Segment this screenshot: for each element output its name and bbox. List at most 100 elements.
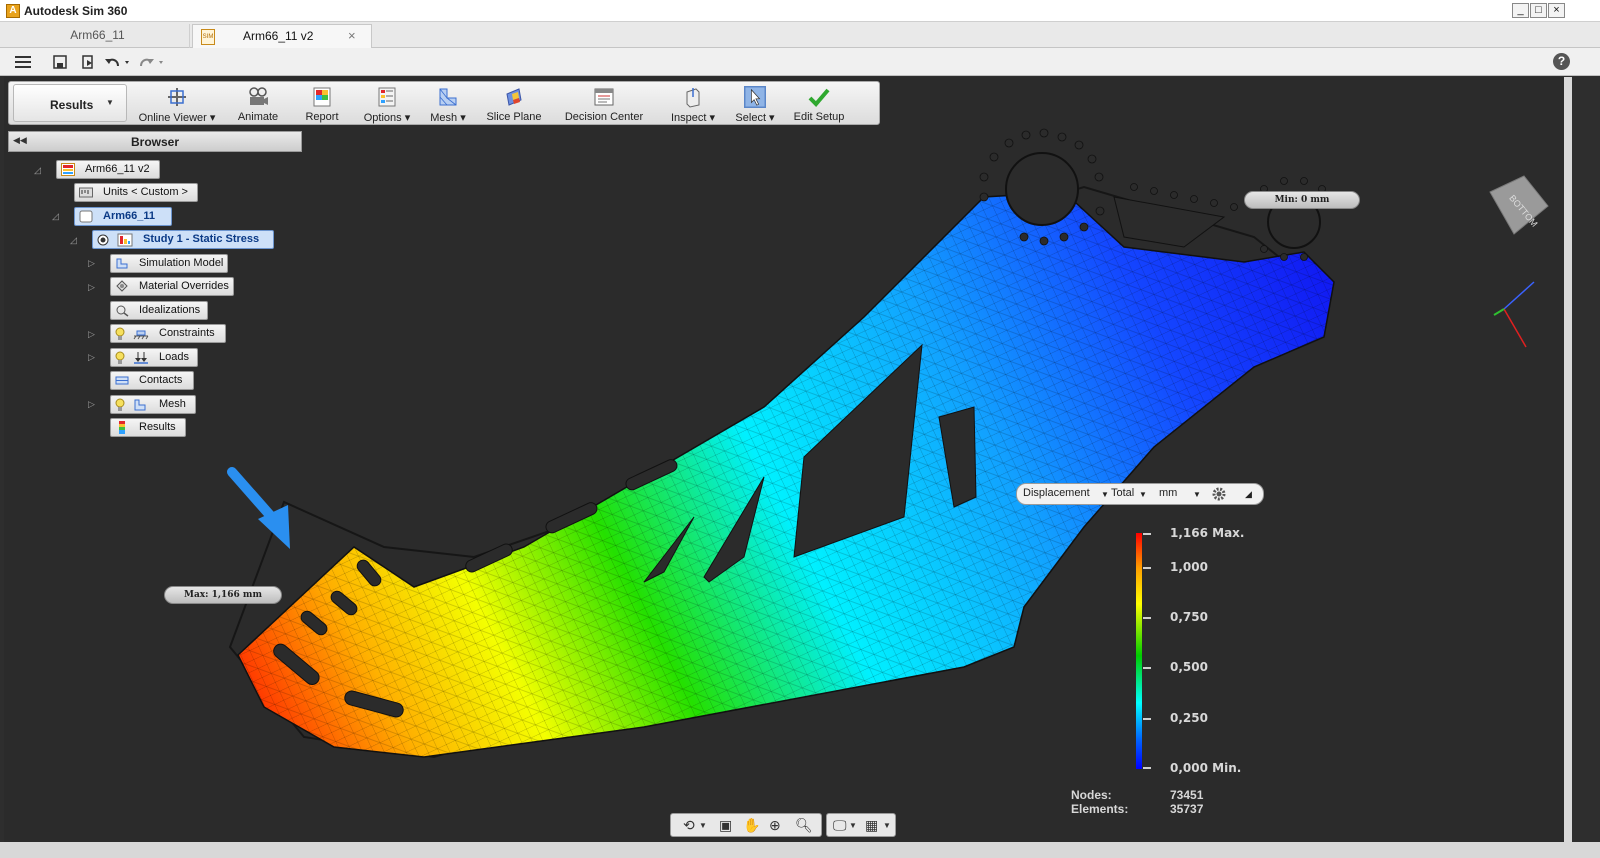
maximize-button[interactable]: □ xyxy=(1530,3,1547,18)
options-button[interactable]: Options ▾ xyxy=(359,83,415,125)
close-window-button[interactable]: × xyxy=(1548,3,1565,18)
redo-icon[interactable] xyxy=(138,54,166,72)
visibility-bulb-icon[interactable] xyxy=(115,351,125,365)
tree-node-mesh[interactable]: Mesh xyxy=(110,395,196,414)
browser-title: Browser xyxy=(130,135,180,149)
mesh-icon xyxy=(439,88,457,106)
tree-expand-icon[interactable]: ▷ xyxy=(88,329,95,340)
legend-tick xyxy=(1143,718,1151,720)
chevron-down-icon: ▼ xyxy=(1193,490,1201,499)
legend-tick xyxy=(1143,667,1151,669)
results-workspace-dropdown[interactable]: Results ▼ xyxy=(13,84,127,122)
expand-legend-icon[interactable]: ◢ xyxy=(1245,489,1252,500)
display-settings-bar: 🖵 ▼ ▦ ▼ xyxy=(826,813,896,837)
axis-triad-icon xyxy=(1493,281,1535,348)
title-bar: A Autodesk Sim 360 _ □ × xyxy=(0,0,1600,22)
edit-setup-button[interactable]: Edit Setup xyxy=(789,83,849,125)
tree-node-constraints[interactable]: Constraints xyxy=(110,324,226,343)
tree-node-loads[interactable]: Loads xyxy=(110,348,198,367)
orbit-icon[interactable]: ⟲ xyxy=(683,817,695,834)
report-button[interactable]: Report xyxy=(295,83,349,125)
document-tab-bar: Arm66_11 SIM Arm66_11 v2 × xyxy=(0,22,1600,48)
display-settings-icon[interactable]: 🖵 xyxy=(833,817,847,834)
mesh-button[interactable]: Mesh ▾ xyxy=(425,83,471,125)
grid-icon[interactable]: ▦ xyxy=(865,817,878,834)
result-unit-dropdown[interactable]: mm xyxy=(1159,487,1177,499)
tree-expand-icon[interactable]: ▷ xyxy=(88,258,95,269)
vertical-scrollbar[interactable] xyxy=(1564,77,1572,842)
gear-icon[interactable] xyxy=(1211,486,1227,502)
visibility-bulb-icon[interactable] xyxy=(115,398,125,412)
elements-label: Elements: xyxy=(1071,802,1129,816)
tree-node-idealizations[interactable]: Idealizations xyxy=(110,301,208,320)
animate-icon xyxy=(249,87,268,105)
save-icon[interactable] xyxy=(52,54,68,72)
tree-expand-icon[interactable]: ▷ xyxy=(88,352,95,363)
zoom-icon[interactable]: ⊕ xyxy=(769,817,781,834)
constraints-icon xyxy=(133,330,149,340)
slice-plane-icon xyxy=(506,88,522,106)
options-icon xyxy=(378,87,396,107)
loads-icon xyxy=(134,352,148,364)
look-at-icon[interactable]: ▣ xyxy=(719,817,732,834)
tree-node-study-1[interactable]: Study 1 - Static Stress xyxy=(92,230,274,249)
quick-access-toolbar: ? xyxy=(0,48,1600,76)
minimize-button[interactable]: _ xyxy=(1512,3,1529,18)
help-icon[interactable]: ? xyxy=(1553,53,1570,70)
tree-node-arm66-11[interactable]: Arm66_11 xyxy=(74,207,172,226)
legend-tick xyxy=(1143,617,1151,619)
tree-collapse-icon[interactable]: ◿ xyxy=(34,165,41,176)
study-icon xyxy=(117,233,133,247)
visibility-bulb-icon[interactable] xyxy=(115,327,125,341)
browser-panel-header: ◀◀ Browser xyxy=(8,131,302,152)
tree-node-units[interactable]: Units < Custom > xyxy=(74,183,198,202)
navigation-bar: ⟲ ▼ ▣ ✋ ⊕ 🔍︎ xyxy=(670,813,822,837)
chevron-down-icon[interactable]: ▼ xyxy=(849,821,857,830)
legend-tick xyxy=(1143,533,1151,535)
tree-node-arm66-11-v2[interactable]: Arm66_11 v2 xyxy=(56,160,160,179)
legend-label-min: 0,000 Min. xyxy=(1170,761,1242,775)
tree-node-simulation-model[interactable]: Simulation Model xyxy=(110,254,228,273)
animate-button[interactable]: Animate xyxy=(229,83,287,125)
mesh-icon xyxy=(134,399,146,411)
color-legend-bar xyxy=(1136,533,1142,769)
export-icon[interactable] xyxy=(80,54,96,72)
legend-label: 1,000 xyxy=(1170,560,1208,574)
sim-file-icon: SIM xyxy=(201,29,215,45)
chevron-down-icon: ▼ xyxy=(1139,490,1147,499)
elements-count: 35737 xyxy=(1170,802,1204,816)
slice-plane-button[interactable]: Slice Plane xyxy=(483,83,545,125)
tree-node-results[interactable]: Results xyxy=(110,418,186,437)
tree-expand-icon[interactable]: ▷ xyxy=(88,282,95,293)
tree-node-material-overrides[interactable]: Material Overrides xyxy=(110,277,234,296)
inspect-button[interactable]: Inspect ▾ xyxy=(665,83,721,125)
result-type-dropdown[interactable]: Displacement xyxy=(1023,487,1090,499)
decision-center-button[interactable]: Decision Center xyxy=(561,83,647,125)
chevron-down-icon[interactable]: ▼ xyxy=(699,821,707,830)
online-viewer-icon xyxy=(168,88,186,106)
viewcube-icon[interactable]: BOTTOM xyxy=(1484,172,1552,240)
tree-collapse-icon[interactable]: ◿ xyxy=(70,235,77,246)
checkmark-icon xyxy=(808,88,830,107)
tab-arm66-11-v2[interactable]: SIM Arm66_11 v2 × xyxy=(192,24,372,48)
result-component-dropdown[interactable]: Total xyxy=(1111,487,1134,499)
autodesk-app-icon[interactable]: A xyxy=(6,4,20,18)
chevron-down-icon[interactable]: ▼ xyxy=(883,821,891,830)
tree-collapse-icon[interactable]: ◿ xyxy=(52,211,59,222)
zoom-window-icon[interactable]: 🔍︎ xyxy=(795,817,813,834)
simulation-model-icon xyxy=(116,258,128,269)
legend-label: 0,250 xyxy=(1170,711,1208,725)
results-label: Results xyxy=(50,98,94,112)
tree-expand-icon[interactable]: ▷ xyxy=(88,399,95,410)
chevron-down-icon: ▼ xyxy=(106,98,114,107)
undo-icon[interactable] xyxy=(104,54,132,72)
hamburger-menu-icon[interactable] xyxy=(14,54,32,72)
tab-close-icon[interactable]: × xyxy=(348,25,356,47)
component-icon xyxy=(79,210,93,223)
tab-arm66-11[interactable]: Arm66_11 xyxy=(6,24,190,48)
online-viewer-button[interactable]: Online Viewer ▾ xyxy=(135,83,219,125)
select-button[interactable]: Select ▾ xyxy=(731,83,779,125)
units-icon xyxy=(79,187,93,198)
pan-hand-icon[interactable]: ✋ xyxy=(743,817,760,834)
tree-node-contacts[interactable]: Contacts xyxy=(110,371,194,390)
